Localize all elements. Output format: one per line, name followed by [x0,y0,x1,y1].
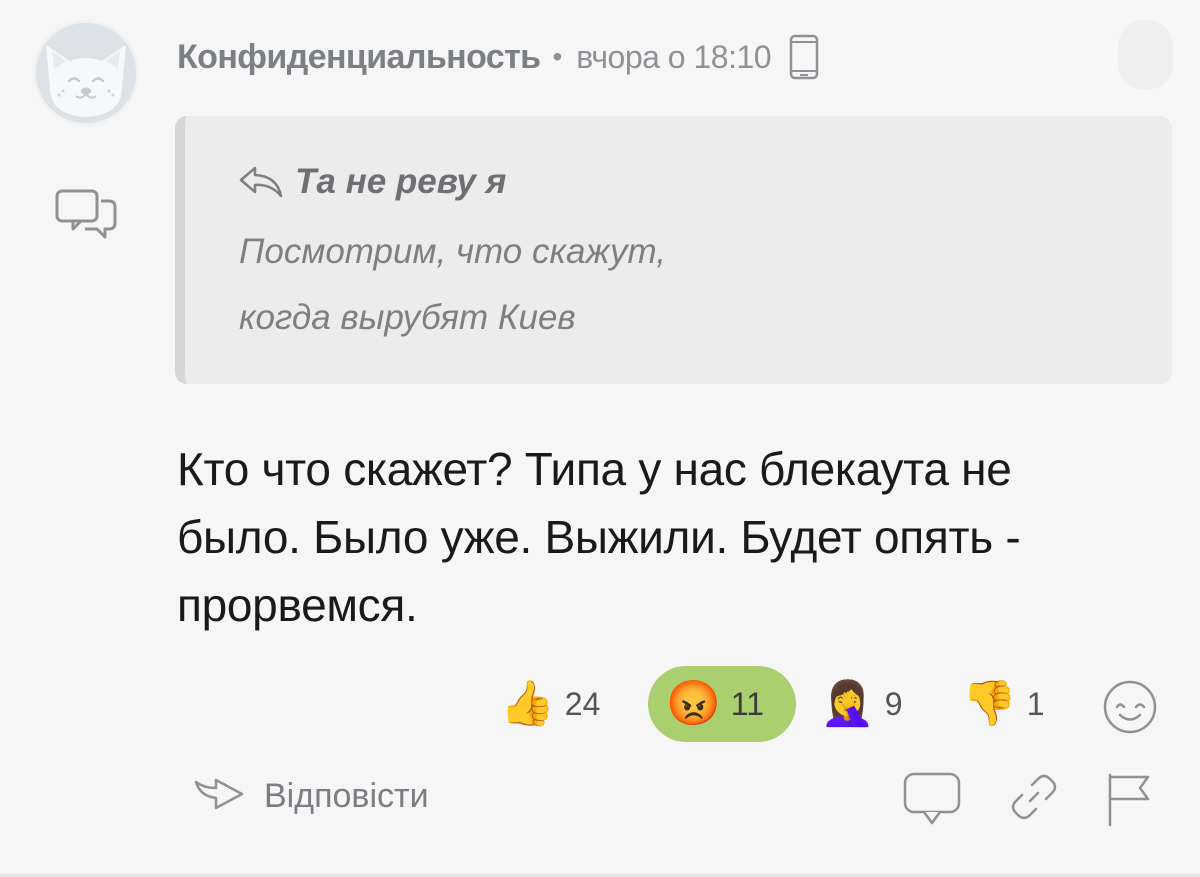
separator-dot: • [552,41,563,72]
reaction-facepalm[interactable]: 🤦‍♀️ 9 [812,666,922,742]
quote-header: Та не реву я [237,162,506,202]
reaction-thumbs-down[interactable]: 👎 1 [958,666,1068,742]
quote-author[interactable]: Та не реву я [295,162,506,202]
smiley-add-reaction-icon[interactable] [1102,679,1158,735]
quoted-comment[interactable]: Та не реву я Посмотрим, что скажут, когд… [175,116,1172,384]
flag-icon[interactable] [1104,771,1154,827]
reply-arrow-icon [239,166,283,198]
reaction-count: 1 [1026,685,1045,722]
timestamp[interactable]: вчора о 18:10 [576,39,771,76]
reaction-count: 9 [884,685,903,722]
quote-text-line: Посмотрим, что скажут, [239,232,666,271]
reaction-thumbs-up[interactable]: 👍 24 [496,666,626,742]
reaction-count: 24 [564,685,601,722]
comment-icon[interactable] [902,771,962,827]
quote-text-line: когда вырубят Киев [239,298,576,337]
reply-button[interactable]: Відповісти [192,765,429,827]
reaction-count: 11 [730,685,765,722]
more-options-button[interactable] [1118,20,1173,90]
angry-face-icon: 😡 [666,679,721,728]
link-icon[interactable] [1008,771,1060,823]
comment-actions: Відповісти [0,765,1200,835]
facepalm-icon: 🤦‍♀️ [820,679,875,728]
thumbs-down-icon: 👎 [962,679,1017,728]
reaction-angry[interactable]: 😡 11 [648,666,796,742]
cat-avatar-icon [36,23,136,123]
comment-body: Кто что скажет? Типа у нас блекаута не б… [177,443,1021,631]
thumbs-up-icon: 👍 [500,679,555,728]
avatar[interactable] [33,20,139,126]
reply-icon [194,778,244,810]
author-name[interactable]: Конфиденциальность [177,38,541,77]
comment-header: Конфиденциальность • вчора о 18:10 [177,32,819,82]
comments-thread-icon [55,189,117,239]
reply-label: Відповісти [264,776,429,815]
phone-icon [789,34,819,80]
reactions-bar: 👍 24 😡 11 🤦‍♀️ 9 👎 1 [0,666,1200,742]
